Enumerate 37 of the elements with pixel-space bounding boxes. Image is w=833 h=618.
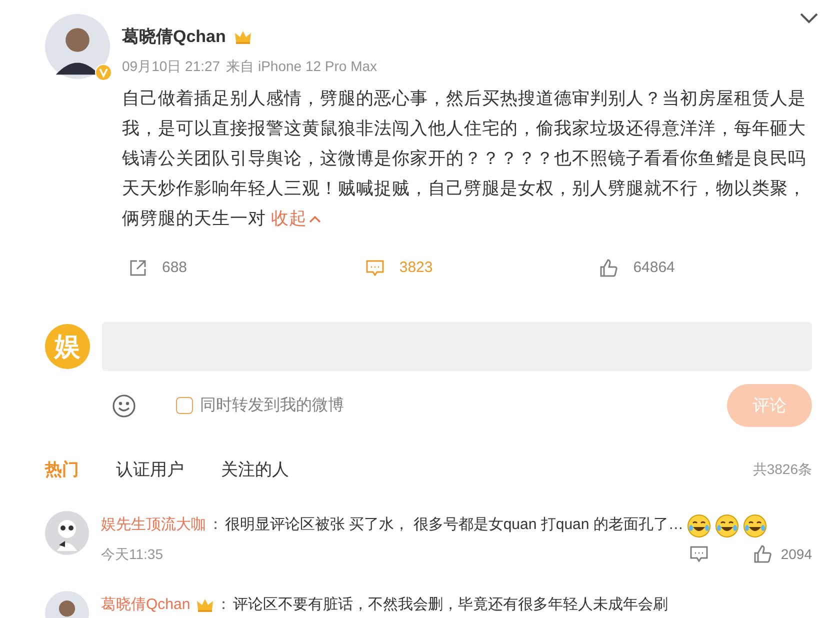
author-name[interactable]: 葛晓倩Qchan [122,24,226,50]
share-option-label: 同时转发到我的微博 [200,396,344,416]
post-source: 来自 iPhone 12 Pro Max [226,56,378,76]
commenter-name[interactable]: 娱先生顶流大咖 [101,514,206,537]
emoji-icon[interactable] [112,394,136,418]
laughing-face-icon [687,514,712,538]
avatar-icon [45,510,89,554]
chevron-down-icon[interactable] [799,12,819,24]
post-text: 自己做着插足别人感情，劈腿的恶心事，然后买热搜道德审判别人？当初房屋租赁人是我，是可以直接报警这黄鼠狼非法闯入他人住宅的，偷我家垃圾还得意洋洋，每年砸大钱请公关团队引导舆论，这微博是你家开的？？？？？也不照镜子看看你鱼鳍是良民吗天天炒作影响年轻人三观！贼喊捉贼，自己劈腿是女权，别人劈腿就不行，物以类聚，俩劈腿的天生一对 收起 [122,86,807,230]
post-time: 09月10日 21:27 [122,56,220,76]
comment-icon [688,544,709,564]
comment-tab[interactable]: 关注的人 [221,457,289,482]
repost-button[interactable]: 688 [128,256,188,279]
like-button[interactable]: 64864 [599,256,675,279]
comment-time: 今天11:35 [101,544,163,564]
thumbs-up-icon [752,544,773,564]
reply-button[interactable] [688,544,709,564]
laughing-face-icon [715,514,740,538]
thumbs-up-icon [599,258,620,278]
logo-avatar: 娱 [45,324,90,369]
comment-text: 很明显评论区被张 买了水， 很多号都是女quan 打quan 的老面孔了… [225,515,684,536]
comment-button[interactable]: 3823 [365,256,433,279]
laughing-face-icon [743,514,768,538]
caret-up-icon [308,214,321,223]
share-checkbox[interactable] [176,397,193,414]
comment-tab[interactable]: 热门 [45,457,79,482]
comment-total: 共3826条 [752,460,812,480]
avatar [45,14,110,79]
comment-icon [365,258,386,278]
commenter-name[interactable]: 葛晓倩Qchan [101,594,190,616]
name-separator: ： [208,515,223,536]
comment-tab[interactable]: 认证用户 [116,457,184,482]
collapse-link[interactable]: 收起 [270,208,321,228]
name-separator: ： [216,594,232,614]
like-button[interactable]: 2094 [752,544,812,564]
comment-text: 评论区不要有脏话，不然我会删，毕竟还有很多年轻人未成年会刷 [233,594,668,614]
share-icon [128,258,148,278]
